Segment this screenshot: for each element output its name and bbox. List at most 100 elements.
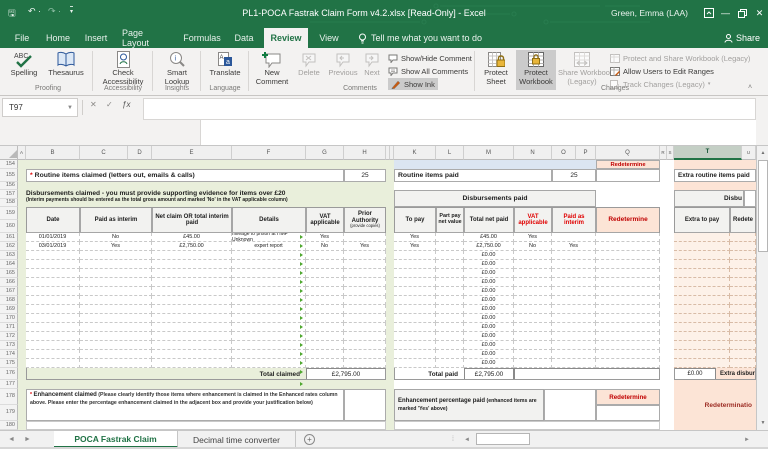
mid-table-cell[interactable]: [552, 296, 596, 305]
mid-table-cell[interactable]: [596, 251, 660, 260]
column-header-L[interactable]: L: [436, 146, 464, 160]
left-table-cell[interactable]: [80, 341, 152, 350]
tab-data[interactable]: Data: [230, 28, 258, 48]
cell-extra-disbursements-value[interactable]: £0.00: [674, 368, 716, 380]
mid-table-cell[interactable]: £0.00: [464, 323, 514, 332]
formula-input[interactable]: [143, 98, 756, 120]
right-table-cell[interactable]: [674, 341, 730, 350]
left-table-cell[interactable]: [26, 260, 80, 269]
right-table-cell[interactable]: [674, 287, 730, 296]
header-extra-to-pay[interactable]: Extra to pay: [674, 207, 730, 233]
mid-table-cell[interactable]: [596, 260, 660, 269]
mid-table-cell[interactable]: [436, 359, 464, 368]
header-net-claim[interactable]: Net claim OR total interim paid: [152, 207, 232, 233]
left-table-cell[interactable]: [80, 269, 152, 278]
row-header-167[interactable]: 167: [0, 287, 18, 296]
left-table-cell[interactable]: [306, 287, 344, 296]
right-table-cell[interactable]: [674, 314, 730, 323]
mid-table-cell[interactable]: [552, 323, 596, 332]
mid-table-cell[interactable]: [436, 233, 464, 242]
header-date[interactable]: Date: [26, 207, 80, 233]
enter-formula-icon[interactable]: ✓: [106, 100, 113, 109]
mid-table-cell[interactable]: £0.00: [464, 260, 514, 269]
mid-table-cell[interactable]: [552, 269, 596, 278]
left-table-cell[interactable]: [344, 332, 386, 341]
left-table-cell[interactable]: [80, 278, 152, 287]
mid-table-cell[interactable]: [436, 350, 464, 359]
left-table-cell[interactable]: [152, 314, 232, 323]
cell-routine-paid-value[interactable]: 25: [552, 169, 596, 182]
left-table-cell[interactable]: [232, 332, 306, 341]
left-table-cell[interactable]: [306, 350, 344, 359]
extra-disbursements-title-clipped[interactable]: Disbu: [674, 190, 744, 207]
row-header-180[interactable]: 180: [0, 421, 18, 430]
mid-table-cell[interactable]: [596, 350, 660, 359]
left-table-cell[interactable]: [232, 341, 306, 350]
left-table-cell[interactable]: Yes: [306, 233, 344, 242]
mid-table-cell[interactable]: [596, 287, 660, 296]
mid-table-cell[interactable]: [514, 332, 552, 341]
right-table-cell[interactable]: [730, 323, 756, 332]
column-header-Q[interactable]: Q: [596, 146, 660, 160]
tab-page-layout[interactable]: Page Layout: [118, 28, 174, 48]
left-table-cell[interactable]: [152, 350, 232, 359]
row-header-161[interactable]: 161: [0, 233, 18, 242]
row-header-165[interactable]: 165: [0, 269, 18, 278]
mid-table-cell[interactable]: [552, 260, 596, 269]
mid-table-cell[interactable]: [394, 305, 436, 314]
row-header-170[interactable]: 170: [0, 314, 18, 323]
column-header-N[interactable]: N: [514, 146, 552, 160]
mid-table-cell[interactable]: [514, 278, 552, 287]
translate-button[interactable]: aA Translate: [204, 50, 246, 90]
cell-routine-items-paid[interactable]: Routine items paid: [394, 169, 552, 182]
cell-redetermine-input[interactable]: [596, 169, 660, 182]
mid-table-cell[interactable]: [436, 332, 464, 341]
horizontal-scrollbar-thumb[interactable]: [476, 433, 530, 445]
left-table-cell[interactable]: [232, 260, 306, 269]
row-header-166[interactable]: 166: [0, 278, 18, 287]
left-table-cell[interactable]: expert report: [232, 242, 306, 251]
left-table-cell[interactable]: mileage to prison at HMP Unknown: [232, 233, 306, 242]
left-table-cell[interactable]: No: [306, 242, 344, 251]
cell-blank[interactable]: [744, 190, 756, 207]
new-sheet-icon[interactable]: +: [304, 434, 315, 445]
right-table-cell[interactable]: [730, 287, 756, 296]
header-total-net-paid[interactable]: Total net paid: [464, 207, 514, 233]
mid-table-cell[interactable]: £0.00: [464, 251, 514, 260]
mid-table-cell[interactable]: Yes: [394, 233, 436, 242]
mid-table-cell[interactable]: [394, 332, 436, 341]
left-table-cell[interactable]: [306, 296, 344, 305]
thesaurus-button[interactable]: Thesaurus: [44, 50, 88, 90]
left-table-cell[interactable]: [344, 305, 386, 314]
mid-table-cell[interactable]: [394, 260, 436, 269]
column-header-D[interactable]: D: [128, 146, 152, 160]
mid-table-cell[interactable]: £0.00: [464, 296, 514, 305]
left-table-cell[interactable]: 01/01/2019: [26, 233, 80, 242]
mid-table-cell[interactable]: Yes: [394, 242, 436, 251]
left-table-cell[interactable]: [232, 251, 306, 260]
column-header-M[interactable]: M: [464, 146, 514, 160]
header-paid-as-interim[interactable]: Paid as interim: [80, 207, 152, 233]
row-header-169[interactable]: 169: [0, 305, 18, 314]
cell-routine-claimed-value[interactable]: 25: [344, 169, 386, 182]
left-table-cell[interactable]: [232, 296, 306, 305]
mid-table-cell[interactable]: £0.00: [464, 359, 514, 368]
row-header-156[interactable]: 156: [0, 182, 18, 190]
show-hide-comment-button[interactable]: Show/Hide Comment: [388, 52, 472, 64]
left-table-cell[interactable]: [306, 269, 344, 278]
mid-table-cell[interactable]: £45.00: [464, 233, 514, 242]
right-table-cell[interactable]: [730, 341, 756, 350]
right-table-cell[interactable]: [730, 332, 756, 341]
left-table-cell[interactable]: No: [80, 233, 152, 242]
mid-table-cell[interactable]: [436, 251, 464, 260]
left-table-cell[interactable]: [232, 287, 306, 296]
left-table-cell[interactable]: [152, 296, 232, 305]
left-table-cell[interactable]: [26, 350, 80, 359]
header-part-pay-net-value[interactable]: Part pay net value: [436, 207, 464, 233]
right-table-cell[interactable]: [674, 323, 730, 332]
left-table-cell[interactable]: [152, 332, 232, 341]
left-table-cell[interactable]: [80, 287, 152, 296]
row-header-164[interactable]: 164: [0, 260, 18, 269]
left-table-cell[interactable]: [232, 305, 306, 314]
show-ink-button[interactable]: Show Ink: [388, 78, 438, 90]
